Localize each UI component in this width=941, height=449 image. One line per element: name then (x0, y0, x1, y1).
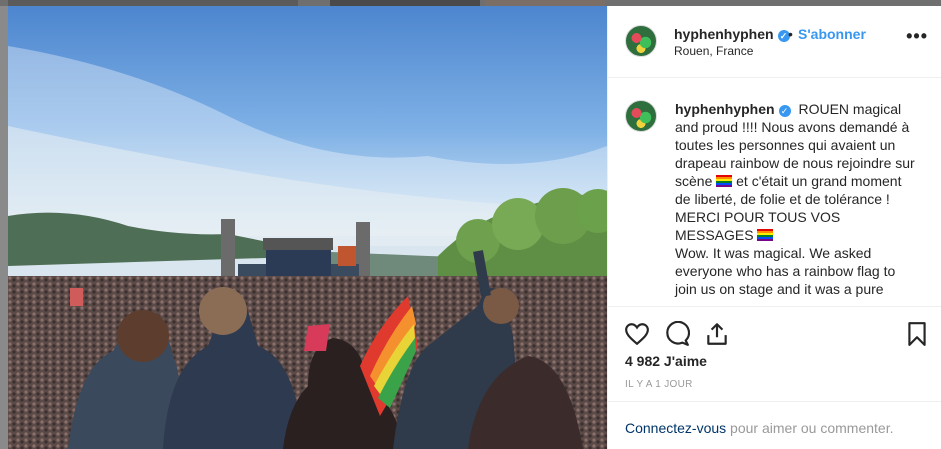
post-header: hyphenhyphen ✓ • S'abonner Rouen, France … (608, 6, 941, 78)
post-actions: 4 982 J'aime IL Y A 1 JOUR (608, 306, 941, 416)
rainbow-flag-icon (716, 175, 733, 187)
avatar[interactable] (625, 25, 657, 57)
post-side-panel: hyphenhyphen ✓ • S'abonner Rouen, France … (607, 6, 941, 449)
bookmark-icon[interactable] (904, 321, 930, 347)
username-text[interactable]: hyphenhyphen (674, 26, 774, 42)
like-count[interactable]: 4 982 J'aime (625, 353, 707, 369)
heart-icon[interactable] (624, 321, 650, 347)
login-link[interactable]: Connectez-vous (625, 420, 726, 436)
caption-text: hyphenhyphen ✓ ROUEN magical and proud !!… (675, 100, 915, 298)
share-icon[interactable] (704, 321, 730, 347)
caption-section: hyphenhyphen ✓ ROUEN magical and proud !!… (608, 78, 941, 306)
caption-avatar[interactable] (625, 100, 657, 132)
separator-dot: • (788, 26, 793, 42)
login-prompt: Connectez-vous pour aimer ou commenter. (608, 401, 941, 449)
comment-icon[interactable] (664, 321, 690, 347)
location-link[interactable]: Rouen, France (674, 44, 753, 58)
more-options-icon[interactable]: ••• (906, 26, 928, 47)
post-timestamp[interactable]: IL Y A 1 JOUR (625, 379, 693, 390)
caption-part-3: Wow. It was magical. We asked everyone w… (675, 245, 896, 297)
follow-button[interactable]: S'abonner (798, 26, 866, 42)
verified-badge-icon: ✓ (778, 105, 791, 117)
login-prompt-text: pour aimer ou commenter. (726, 420, 894, 436)
rainbow-flag-icon (757, 229, 774, 241)
username-link[interactable]: hyphenhyphen ✓ (674, 26, 790, 42)
caption-username[interactable]: hyphenhyphen (675, 101, 775, 117)
concert-crowd-image (8, 46, 607, 449)
post-photo[interactable] (8, 6, 607, 449)
